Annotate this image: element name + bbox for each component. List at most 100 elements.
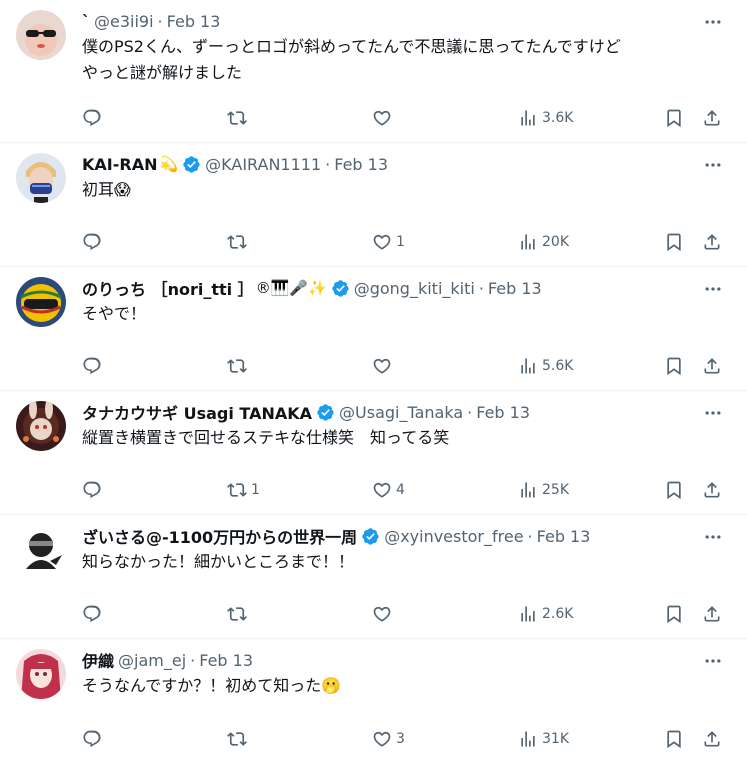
retweet-button[interactable] [227,723,251,755]
share-icon [704,482,720,498]
tweet-date[interactable]: Feb 13 [334,155,388,174]
like-count: 1 [396,234,405,250]
bookmark-button[interactable] [664,350,684,382]
retweet-button[interactable]: 1 [227,474,260,506]
like-button[interactable]: 1 [372,226,405,258]
separator-dot: · [325,154,331,174]
tweet-date[interactable]: Feb 13 [199,651,253,670]
author-name[interactable]: ざいさる@-1100万円からの世界一周 [82,524,357,548]
heart-icon [373,110,391,126]
view-count: 20K [542,234,569,250]
share-button[interactable] [702,102,722,134]
avatar[interactable] [16,10,66,60]
bookmark-icon [667,605,681,624]
verified-badge-icon[interactable] [361,527,380,546]
views-button[interactable]: 20K [518,226,569,258]
views-chart-icon [521,606,535,622]
bookmark-button[interactable] [664,723,684,755]
like-button[interactable] [372,102,396,134]
more-icon[interactable] [701,10,725,34]
more-icon[interactable] [701,153,725,177]
author-handle[interactable]: @e3ii9i [94,12,154,31]
tweet[interactable]: タナカウサギ Usagi TANAKA @Usagi_Tanaka · Feb … [0,391,747,515]
separator-dot: · [467,402,473,422]
tweet-header: KAI-RAN 💫 @KAIRAN1111 · Feb 13 [82,151,731,177]
retweet-button[interactable] [227,102,251,134]
tweet[interactable]: ざいさる@-1100万円からの世界一周 @xyinvestor_free · F… [0,515,747,639]
tweet-date[interactable]: Feb 13 [167,12,221,31]
bookmark-icon [667,481,681,500]
reply-button[interactable] [82,102,106,134]
tweet-header: のりっち ［nori_tti ］ ®🎹🎤✨ @gong_kiti_kiti · … [82,275,731,301]
bookmark-button[interactable] [664,474,684,506]
tweet-text: そうなんですか？！初めて知った🫢 [82,676,342,695]
tweet-date[interactable]: Feb 13 [476,403,530,422]
author-handle[interactable]: @xyinvestor_free [384,527,523,546]
author-handle[interactable]: @gong_kiti_kiti [354,279,475,298]
more-icon[interactable] [701,401,725,425]
avatar[interactable] [16,153,66,203]
retweet-icon [227,235,247,249]
tweet-header: 伊織 @jam_ej · Feb 13 [82,647,731,673]
retweet-button[interactable] [227,226,251,258]
like-button[interactable] [372,598,396,630]
more-icon[interactable] [701,277,725,301]
share-button[interactable] [702,598,722,630]
reply-button[interactable] [82,474,106,506]
share-button[interactable] [702,226,722,258]
verified-badge-icon[interactable] [182,155,201,174]
tweet-text: そやで！ [82,304,147,323]
tweet[interactable]: のりっち ［nori_tti ］ ®🎹🎤✨ @gong_kiti_kiti · … [0,267,747,391]
avatar[interactable] [16,649,66,699]
retweet-button[interactable] [227,598,251,630]
name-emoji: 💫 [159,155,179,173]
bookmark-icon [667,730,681,749]
views-button[interactable]: 2.6K [518,598,573,630]
views-button[interactable]: 5.6K [518,350,573,382]
bookmark-button[interactable] [664,102,684,134]
like-button[interactable]: 4 [372,474,405,506]
avatar[interactable] [16,277,66,327]
like-button[interactable] [372,350,396,382]
reply-button[interactable] [82,350,106,382]
bookmark-button[interactable] [664,226,684,258]
more-icon[interactable] [701,525,725,549]
tweet[interactable]: ` @e3ii9i · Feb 13 僕のPS2くん、ずーっとロゴが斜めってたん… [0,0,747,143]
bookmark-button[interactable] [664,598,684,630]
like-button[interactable]: 3 [372,723,405,755]
share-button[interactable] [702,723,722,755]
reply-button[interactable] [82,598,106,630]
author-handle[interactable]: @jam_ej [118,651,186,670]
author-handle[interactable]: @KAIRAN1111 [205,155,321,174]
views-button[interactable]: 3.6K [518,102,573,134]
author-handle[interactable]: @Usagi_Tanaka [339,403,463,422]
retweet-button[interactable] [227,350,251,382]
tweet[interactable]: 伊織 @jam_ej · Feb 13 そうなんですか？！初めて知った🫢 3 3… [0,639,747,763]
author-name[interactable]: KAI-RAN [82,155,157,174]
avatar[interactable] [16,401,66,451]
reply-button[interactable] [82,226,106,258]
tweet[interactable]: KAI-RAN 💫 @KAIRAN1111 · Feb 13 初耳😱 1 20K [0,143,747,267]
share-button[interactable] [702,474,722,506]
verified-badge-icon[interactable] [331,279,350,298]
heart-icon [373,482,391,498]
tweet-date[interactable]: Feb 13 [537,527,591,546]
avatar[interactable] [16,525,66,575]
more-icon[interactable] [701,649,725,673]
author-name[interactable]: ` [82,12,90,31]
author-name[interactable]: のりっち ［nori_tti ］ [82,276,254,300]
author-name[interactable]: タナカウサギ Usagi TANAKA [82,400,312,424]
reply-icon [83,233,101,250]
tweet-date[interactable]: Feb 13 [488,279,542,298]
views-button[interactable]: 31K [518,723,569,755]
tweet-header: タナカウサギ Usagi TANAKA @Usagi_Tanaka · Feb … [82,399,731,425]
retweet-icon [227,483,247,497]
bookmark-icon [667,233,681,252]
author-name[interactable]: 伊織 [82,648,114,672]
share-button[interactable] [702,350,722,382]
retweet-icon [227,732,247,746]
bookmark-icon [667,109,681,128]
verified-badge-icon[interactable] [316,403,335,422]
reply-button[interactable] [82,723,106,755]
views-button[interactable]: 25K [518,474,569,506]
